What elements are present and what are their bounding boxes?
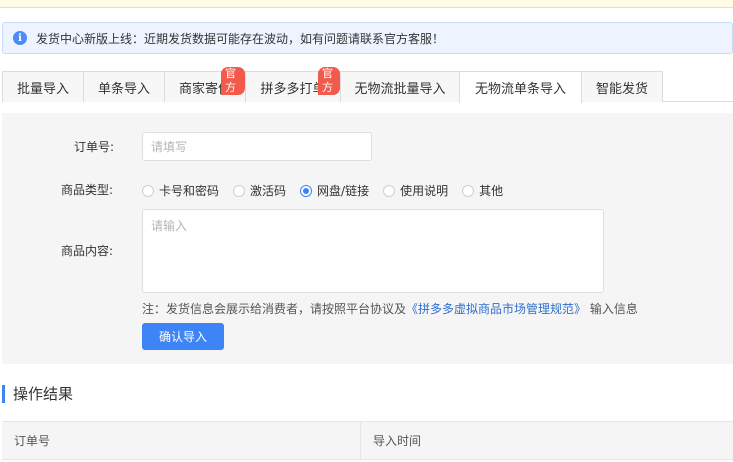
shipping-note: 注：发货信息会展示给消费者，请按照平台协议及《拼多多虚拟商品市场管理规范》 输入… <box>142 300 638 317</box>
radio-other[interactable]: 其他 <box>462 182 503 199</box>
column-header-order-number: 订单号 <box>2 422 361 459</box>
tab-label: 批量导入 <box>16 81 69 97</box>
product-type-radio-group: 卡号和密码 激活码 网盘/链接 使用说明 其他 <box>142 182 517 199</box>
top-warning-strip <box>0 0 733 8</box>
tab-label: 无物流批量导入 <box>354 81 446 97</box>
official-badge: 官方 <box>318 67 340 95</box>
radio-netdisk-link[interactable]: 网盘/链接 <box>300 182 369 199</box>
product-content-label: 商品内容: <box>61 244 114 258</box>
radio-label: 其他 <box>479 184 504 198</box>
import-form: 订单号: 商品类型: 卡号和密码 激活码 网盘/链接 使用说明 其他 商品内容:… <box>2 113 733 364</box>
info-icon: i <box>13 31 27 45</box>
result-table: 订单号 导入时间 <box>2 421 733 460</box>
official-badge: 官方 <box>221 67 245 95</box>
radio-label: 网盘/链接 <box>317 184 370 198</box>
radio-label: 卡号和密码 <box>159 184 220 198</box>
radio-card-password[interactable]: 卡号和密码 <box>142 182 219 199</box>
product-type-label: 商品类型: <box>61 183 114 197</box>
tab-no-logistics-batch[interactable]: 无物流批量导入 <box>340 71 460 102</box>
tab-single-import[interactable]: 单条导入 <box>83 71 165 102</box>
order-number-input[interactable] <box>142 132 372 161</box>
table-header: 订单号 导入时间 <box>2 422 733 460</box>
tab-batch-import[interactable]: 批量导入 <box>2 71 84 102</box>
radio-checked-icon <box>300 184 313 197</box>
tab-label: 智能发货 <box>595 81 648 97</box>
notice-banner: i 发货中心新版上线：近期发货数据可能存在波动，如有问题请联系官方客服！ <box>2 22 733 54</box>
radio-label: 使用说明 <box>400 184 449 198</box>
radio-circle-icon <box>233 184 246 197</box>
regulation-link[interactable]: 《拼多多虚拟商品市场管理规范》 <box>406 302 586 316</box>
note-suffix: 输入信息 <box>589 302 638 316</box>
notice-text: 发货中心新版上线：近期发货数据可能存在波动，如有问题请联系官方客服！ <box>36 31 445 46</box>
note-prefix: 注：发货信息会展示给消费者，请按照平台协议及 <box>142 302 407 316</box>
tab-label: 无物流单条导入 <box>474 82 566 97</box>
radio-label: 激活码 <box>250 184 287 198</box>
order-label: 订单号: <box>74 140 115 154</box>
column-header-import-time: 导入时间 <box>373 434 422 448</box>
tab-smart-shipping[interactable]: 智能发货 <box>581 71 663 102</box>
radio-circle-icon <box>142 184 154 197</box>
radio-circle-icon <box>462 184 475 197</box>
tab-merchant-shipping[interactable]: 商家寄件 官方 <box>164 67 246 102</box>
tab-label: 单条导入 <box>97 81 150 97</box>
radio-activation-code[interactable]: 激活码 <box>233 182 286 199</box>
tab-bar: 批量导入 单条导入 商家寄件 官方 拼多多打单 官方 无物流批量导入 无物流单条… <box>2 67 733 103</box>
confirm-import-button[interactable]: 确认导入 <box>142 323 224 350</box>
tab-pdd-print[interactable]: 拼多多打单 官方 <box>245 67 341 102</box>
tab-label: 拼多多打单 <box>260 81 326 97</box>
tab-no-logistics-single[interactable]: 无物流单条导入 <box>459 71 582 103</box>
product-content-textarea[interactable] <box>142 209 604 293</box>
radio-usage-instructions[interactable]: 使用说明 <box>383 182 448 199</box>
radio-circle-icon <box>383 184 396 197</box>
result-section-title: 操作结果 <box>2 385 73 403</box>
